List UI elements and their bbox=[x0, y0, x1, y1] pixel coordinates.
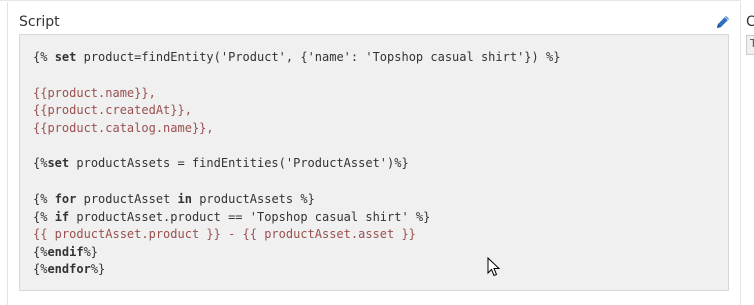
code-keyword: set bbox=[47, 156, 70, 171]
code-line: {%set productAssets = findEntities('Prod… bbox=[33, 155, 715, 173]
code-token: {% bbox=[33, 262, 48, 277]
code-token: {% bbox=[33, 50, 55, 64]
code-token: {% bbox=[33, 209, 55, 224]
panel-title: Script bbox=[19, 14, 60, 30]
code-token: %} bbox=[90, 262, 106, 277]
code-keyword: endif bbox=[47, 244, 84, 259]
adjacent-panel-field[interactable]: T bbox=[746, 35, 754, 55]
code-token: productAssets = findEntities('ProductAss… bbox=[69, 156, 409, 171]
code-token: {% bbox=[33, 156, 48, 171]
code-token: product=findEntity('Product', {'name': '… bbox=[76, 50, 561, 64]
code-line: {{product.catalog.name}}, bbox=[33, 120, 214, 135]
code-keyword: endfor bbox=[47, 262, 91, 277]
code-token: {% bbox=[33, 191, 55, 206]
code-token: productAsset bbox=[76, 191, 178, 206]
code-line: {% set product=findEntity('Product', {'n… bbox=[33, 49, 715, 67]
page: Script {% set product=findEntity('Produc… bbox=[0, 0, 754, 305]
adjacent-field-text: T bbox=[750, 37, 754, 50]
code-token: productAssets %} bbox=[191, 191, 315, 206]
code-line: {%endfor%} bbox=[33, 261, 715, 279]
code-keyword: if bbox=[54, 209, 70, 224]
mouse-pointer-icon bbox=[487, 257, 501, 277]
code-keyword: set bbox=[54, 50, 77, 64]
code-line: {% if productAsset.product == 'Topshop c… bbox=[33, 209, 715, 227]
code-token: %} bbox=[83, 244, 99, 259]
code-line: {{product.createdAt}}, bbox=[33, 103, 192, 118]
code-keyword: in bbox=[177, 191, 192, 206]
code-keyword: for bbox=[54, 191, 77, 206]
code-line: {% for productAsset in productAssets %} bbox=[33, 191, 715, 209]
pencil-icon[interactable] bbox=[715, 14, 731, 30]
code-token: productAsset.product == 'Topshop casual … bbox=[69, 209, 431, 224]
code-line: {{ productAsset.product }} - {{ productA… bbox=[33, 227, 416, 242]
script-code-block[interactable]: {% set product=findEntity('Product', {'n… bbox=[19, 34, 729, 291]
code-line: {%endif%} bbox=[33, 244, 715, 262]
adjacent-panel-title: C bbox=[746, 14, 754, 30]
code-token: {% bbox=[33, 244, 48, 259]
code-line: {{product.name}}, bbox=[33, 85, 156, 100]
